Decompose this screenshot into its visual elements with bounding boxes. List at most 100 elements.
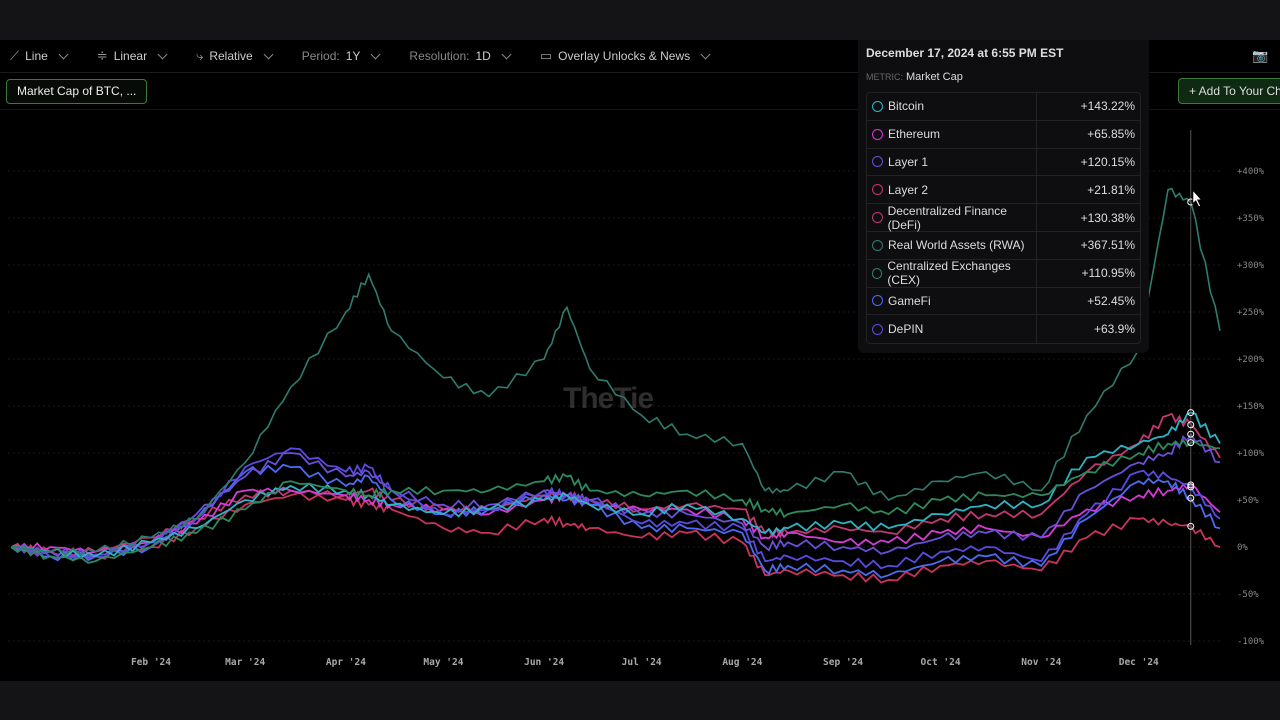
x-tick-label: Sep '24 xyxy=(823,657,863,668)
resolution-value: 1D xyxy=(475,49,491,63)
period-label: Period: xyxy=(301,49,340,63)
x-tick-label: Feb '24 xyxy=(131,657,171,668)
y-tick-label: +150% xyxy=(1237,402,1265,412)
series-value: +367.51% xyxy=(1080,238,1135,253)
series-name: Decentralized Finance (DeFi) xyxy=(887,203,1007,232)
y-tick-label: -50% xyxy=(1237,590,1259,600)
series-circle-icon xyxy=(872,239,883,251)
tooltip-series-name: Real World Assets (RWA) xyxy=(867,231,1037,259)
x-tick-label: Jul '24 xyxy=(622,657,662,668)
x-tick-label: May '24 xyxy=(423,657,463,668)
top-bar xyxy=(0,0,1280,40)
y-tick-label: +200% xyxy=(1237,355,1265,365)
series-name: Bitcoin xyxy=(888,99,925,114)
tooltip-series-name: Bitcoin xyxy=(867,93,1037,120)
tooltip-series-name: DePIN xyxy=(867,315,1037,344)
overlay-dropdown[interactable]: ▭ Overlay Unlocks & News xyxy=(540,48,715,64)
camera-icon[interactable]: 📷 xyxy=(1252,48,1268,64)
chevron-down-icon xyxy=(263,49,274,59)
series-value: +65.85% xyxy=(1087,127,1135,142)
x-tick-label: Jun '24 xyxy=(524,657,564,668)
chart-type-dropdown[interactable]: ⟋ Line xyxy=(10,48,73,64)
y-tick-label: +50% xyxy=(1237,496,1259,506)
chevron-down-icon xyxy=(501,49,512,59)
series-line-decentralized-finance-defi- xyxy=(10,412,1221,557)
add-to-chart-button[interactable]: + Add To Your Ch xyxy=(1178,78,1280,104)
y-tick-label: +250% xyxy=(1237,308,1265,318)
chevron-down-icon xyxy=(157,49,168,59)
series-name: GameFi xyxy=(888,293,931,308)
series-circle-icon xyxy=(872,323,883,335)
series-value: +21.81% xyxy=(1087,182,1135,197)
mode-label: Relative xyxy=(209,49,253,63)
tooltip-row: DePIN +63.9% xyxy=(867,315,1140,344)
series-name: Real World Assets (RWA) xyxy=(888,238,1025,253)
series-value: +130.38% xyxy=(1080,210,1135,225)
scale-icon: ≑ xyxy=(96,48,108,63)
period-dropdown[interactable]: Period: 1Y xyxy=(302,49,386,63)
tooltip-series-name: Decentralized Finance (DeFi) xyxy=(867,203,1037,232)
tooltip-series-name: Ethereum xyxy=(867,120,1037,148)
series-name: DePIN xyxy=(888,322,924,337)
x-tick-label: Mar '24 xyxy=(225,657,265,668)
x-tick-label: Apr '24 xyxy=(326,657,366,668)
tooltip-table: Bitcoin +143.22% Ethereum +65.85% Layer 1 +12… xyxy=(866,92,1141,345)
scale-label: Linear xyxy=(113,49,148,63)
x-tick-label: Nov '24 xyxy=(1021,657,1061,668)
resolution-dropdown[interactable]: Resolution: 1D xyxy=(409,49,515,63)
tooltip-series-name: Layer 2 xyxy=(867,176,1037,204)
tooltip-row: Layer 1 +120.15% xyxy=(867,148,1140,177)
tooltip-series-name: GameFi xyxy=(867,287,1037,315)
x-tick-label: Dec '24 xyxy=(1119,657,1159,668)
bottom-bar xyxy=(0,681,1280,720)
y-tick-label: +400% xyxy=(1237,167,1265,177)
tooltip-row: Ethereum +65.85% xyxy=(867,120,1140,149)
overlay-label: Overlay Unlocks & News xyxy=(558,49,691,63)
series-circle-icon xyxy=(872,100,883,112)
tooltip-row: Layer 2 +21.81% xyxy=(867,176,1140,205)
resolution-label: Resolution: xyxy=(409,49,470,63)
tooltip-series-name: Centralized Exchanges (CEX) xyxy=(867,259,1037,288)
overlay-icon: ▭ xyxy=(539,48,553,63)
tooltip-date: December 17, 2024 at 6:55 PM EST xyxy=(866,46,1064,60)
series-chip[interactable]: Market Cap of BTC, ... xyxy=(6,79,148,104)
series-circle-icon xyxy=(872,295,883,307)
y-tick-label: +100% xyxy=(1237,449,1265,459)
series-circle-icon xyxy=(872,184,883,196)
mouse-cursor-icon xyxy=(1192,188,1203,208)
tooltip-row: Bitcoin +143.22% xyxy=(867,93,1140,121)
chevron-down-icon xyxy=(58,49,69,59)
chevron-down-icon xyxy=(700,49,711,59)
tooltip-row: Decentralized Finance (DeFi) +130.38% xyxy=(867,204,1140,232)
series-circle-icon xyxy=(872,212,883,224)
x-tick-label: Aug '24 xyxy=(722,657,762,668)
axes-icon: ⤷ xyxy=(196,48,204,63)
period-value: 1Y xyxy=(345,49,361,63)
series-value: +52.45% xyxy=(1087,293,1135,308)
series-value: +110.95% xyxy=(1081,266,1136,281)
series-circle-icon xyxy=(872,156,883,168)
series-circle-icon xyxy=(872,267,883,279)
tooltip-series-name: Layer 1 xyxy=(867,148,1037,176)
tooltip-metric: METRIC: Market Cap xyxy=(866,71,1141,83)
series-name: Layer 1 xyxy=(888,154,929,169)
metric-value: Market Cap xyxy=(906,71,963,83)
tooltip-row: Centralized Exchanges (CEX) +110.95% xyxy=(867,259,1140,288)
chart-tooltip: December 17, 2024 at 6:55 PM EST METRIC:… xyxy=(858,40,1149,353)
series-value: +63.9% xyxy=(1093,322,1135,337)
series-value: +143.22% xyxy=(1080,99,1135,114)
series-name: Layer 2 xyxy=(888,182,929,197)
y-tick-label: -100% xyxy=(1237,637,1265,647)
series-circle-icon xyxy=(872,128,883,140)
metric-key: METRIC: xyxy=(866,72,903,82)
series-name: Centralized Exchanges (CEX) xyxy=(887,259,1011,288)
line-chart-icon: ⟋ xyxy=(10,48,20,63)
series-line-centralized-exchanges-cex- xyxy=(10,438,1221,564)
mode-dropdown[interactable]: ⤷ Relative xyxy=(196,48,278,64)
series-name: Ethereum xyxy=(888,127,941,142)
tooltip-row: GameFi +52.45% xyxy=(867,287,1140,316)
chevron-down-icon xyxy=(370,49,381,59)
y-tick-label: 0% xyxy=(1237,543,1248,553)
y-tick-label: +300% xyxy=(1237,261,1265,271)
scale-dropdown[interactable]: ≑ Linear xyxy=(97,48,172,64)
